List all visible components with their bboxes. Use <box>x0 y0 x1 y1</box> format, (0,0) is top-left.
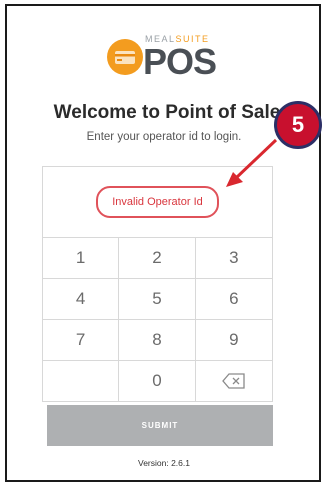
operator-id-display: Invalid Operator Id <box>43 167 272 238</box>
version-label: Version: 2.6.1 <box>138 458 190 468</box>
keypad-grid: 1 2 3 4 5 6 7 8 9 0 <box>43 238 272 402</box>
key-5[interactable]: 5 <box>119 279 196 320</box>
backspace-icon <box>221 373 245 389</box>
error-message: Invalid Operator Id <box>96 186 219 218</box>
brand-pos: POS <box>143 41 217 82</box>
key-2[interactable]: 2 <box>119 238 196 279</box>
mealsuite-pos-logo: MEALSUITE POS <box>0 32 328 82</box>
key-6[interactable]: 6 <box>195 279 272 320</box>
key-7[interactable]: 7 <box>43 320 120 361</box>
step-number-badge: 5 <box>274 101 322 149</box>
backspace-button[interactable] <box>195 361 272 402</box>
key-4[interactable]: 4 <box>43 279 120 320</box>
keypad-panel: Invalid Operator Id 1 2 3 4 5 6 7 8 9 0 <box>42 166 273 402</box>
submit-button[interactable]: SUBMIT <box>47 405 273 446</box>
key-0[interactable]: 0 <box>119 361 196 402</box>
key-8[interactable]: 8 <box>119 320 196 361</box>
pos-logo-icon <box>107 39 143 75</box>
key-3[interactable]: 3 <box>195 238 272 279</box>
key-1[interactable]: 1 <box>43 238 120 279</box>
key-9[interactable]: 9 <box>195 320 272 361</box>
key-blank <box>43 361 120 402</box>
